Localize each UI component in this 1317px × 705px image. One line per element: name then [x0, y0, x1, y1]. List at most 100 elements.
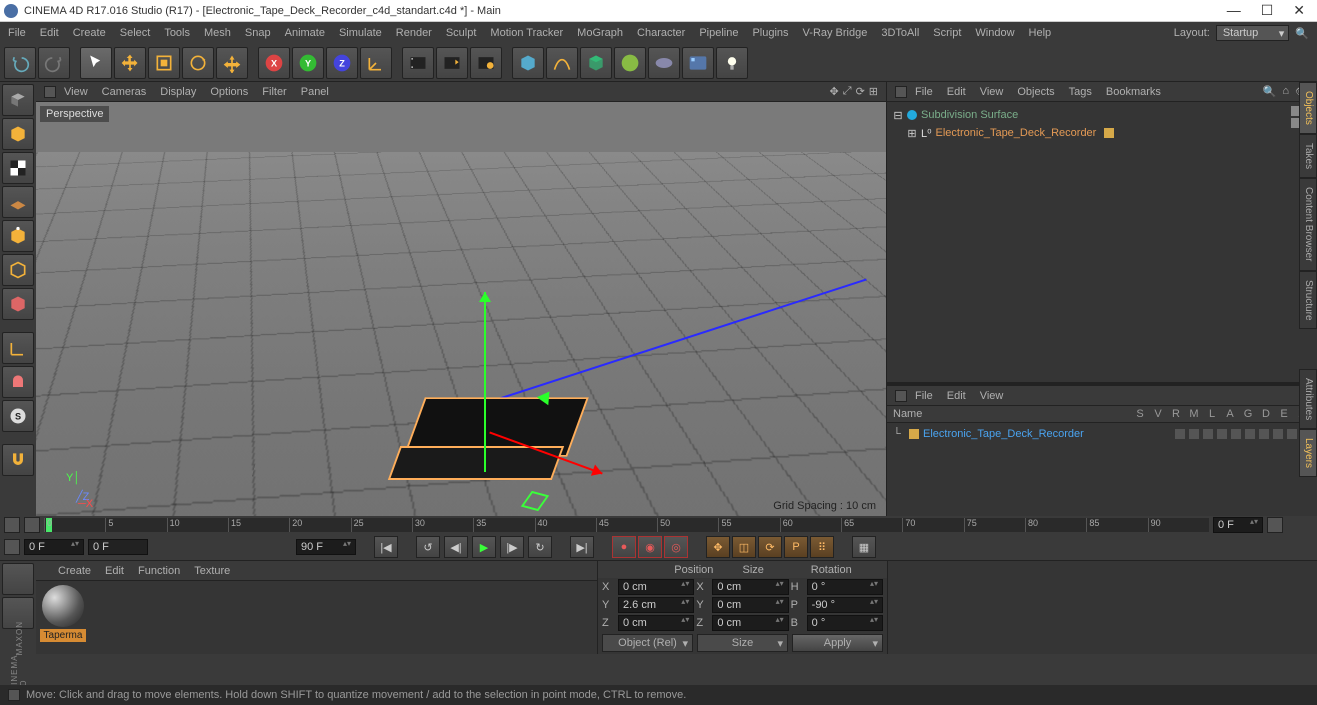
- size-mode-select[interactable]: Size: [697, 634, 788, 652]
- material-preview-icon[interactable]: [42, 585, 84, 627]
- om-menu-objects[interactable]: Objects: [1017, 86, 1054, 98]
- flag-icon[interactable]: [1175, 429, 1185, 439]
- range-end-field[interactable]: 0 F▴▾: [1213, 517, 1263, 533]
- tree-item-recorder[interactable]: ⊞ L⁰ Electronic_Tape_Deck_Recorder: [893, 124, 1311, 142]
- autokey-button[interactable]: ◉: [638, 536, 662, 558]
- om-menu-edit[interactable]: Edit: [947, 86, 966, 98]
- play-button[interactable]: ▶: [472, 536, 496, 558]
- menu-script[interactable]: Script: [933, 27, 961, 39]
- size-y-field[interactable]: 0 cm▴▾: [712, 597, 788, 613]
- points-mode-button[interactable]: [2, 220, 34, 252]
- make-editable-button[interactable]: [2, 84, 34, 116]
- pos-x-field[interactable]: 0 cm▴▾: [618, 579, 694, 595]
- texture-mode-button[interactable]: [2, 152, 34, 184]
- generator-button[interactable]: [580, 47, 612, 79]
- polygons-mode-button[interactable]: [2, 288, 34, 320]
- environment-button[interactable]: [648, 47, 680, 79]
- timeline-settings-icon[interactable]: [1267, 517, 1283, 533]
- deformer-button[interactable]: [614, 47, 646, 79]
- layer-color-icon[interactable]: [909, 429, 919, 439]
- menu-snap[interactable]: Snap: [245, 27, 271, 39]
- keyframe-sel-button[interactable]: ◎: [664, 536, 688, 558]
- menu-motiontracker[interactable]: Motion Tracker: [490, 27, 563, 39]
- om-search-icon[interactable]: 🔍: [1263, 85, 1277, 98]
- record-button[interactable]: ●: [612, 536, 636, 558]
- flag-icon[interactable]: [1259, 429, 1269, 439]
- edges-mode-button[interactable]: [2, 254, 34, 286]
- next-frame-button[interactable]: |▶: [500, 536, 524, 558]
- maximize-button[interactable]: ☐: [1261, 2, 1274, 19]
- coord-mode-select[interactable]: Object (Rel): [602, 634, 693, 652]
- menu-file[interactable]: File: [8, 27, 26, 39]
- key-pos-button[interactable]: ✥: [706, 536, 730, 558]
- menu-help[interactable]: Help: [1029, 27, 1052, 39]
- next-key-button[interactable]: ↻: [528, 536, 552, 558]
- mat-menu-function[interactable]: Function: [138, 565, 180, 577]
- goto-end-button[interactable]: ▶|: [570, 536, 594, 558]
- tab-objects[interactable]: Objects: [1299, 82, 1317, 134]
- vp-rotate-icon[interactable]: ⟳: [856, 85, 865, 98]
- timeline-icon[interactable]: [4, 539, 20, 555]
- vp-menu-filter[interactable]: Filter: [262, 86, 286, 98]
- grip-icon[interactable]: [895, 86, 907, 98]
- lastused-tool[interactable]: [216, 47, 248, 79]
- axis-button[interactable]: [2, 332, 34, 364]
- menu-select[interactable]: Select: [120, 27, 151, 39]
- flag-icon[interactable]: [1273, 429, 1283, 439]
- tab-takes[interactable]: Takes: [1299, 134, 1317, 178]
- om-menu-view[interactable]: View: [980, 86, 1004, 98]
- flag-icon[interactable]: [1189, 429, 1199, 439]
- tab-attributes[interactable]: Attributes: [1299, 369, 1317, 429]
- redo-button[interactable]: [38, 47, 70, 79]
- menu-sculpt[interactable]: Sculpt: [446, 27, 477, 39]
- om-menu-file[interactable]: File: [915, 86, 933, 98]
- menu-tools[interactable]: Tools: [164, 27, 190, 39]
- attribute-manager-body[interactable]: [887, 561, 1317, 654]
- menu-plugins[interactable]: Plugins: [752, 27, 788, 39]
- search-icon[interactable]: 🔍: [1295, 27, 1309, 40]
- pos-y-field[interactable]: 2.6 cm▴▾: [618, 597, 694, 613]
- coord-system-button[interactable]: [360, 47, 392, 79]
- mat-menu-edit[interactable]: Edit: [105, 565, 124, 577]
- menu-vray[interactable]: V-Ray Bridge: [803, 27, 868, 39]
- menu-window[interactable]: Window: [975, 27, 1014, 39]
- menu-pipeline[interactable]: Pipeline: [699, 27, 738, 39]
- menu-simulate[interactable]: Simulate: [339, 27, 382, 39]
- tab-layers[interactable]: Layers: [1299, 429, 1317, 477]
- expand-icon[interactable]: ⊟: [893, 109, 903, 122]
- layer-row[interactable]: └ Electronic_Tape_Deck_Recorder: [893, 425, 1311, 443]
- om-menu-bookmarks[interactable]: Bookmarks: [1106, 86, 1161, 98]
- rot-p-field[interactable]: -90 °▴▾: [807, 597, 883, 613]
- menu-edit[interactable]: Edit: [40, 27, 59, 39]
- flag-icon[interactable]: [1203, 429, 1213, 439]
- material-item[interactable]: Taperma: [40, 585, 86, 642]
- mat-menu-texture[interactable]: Texture: [194, 565, 230, 577]
- vp-menu-view[interactable]: View: [64, 86, 88, 98]
- key-param-button[interactable]: P: [784, 536, 808, 558]
- om-menu-tags[interactable]: Tags: [1069, 86, 1092, 98]
- close-button[interactable]: ✕: [1293, 2, 1305, 19]
- menu-3dtoall[interactable]: 3DToAll: [881, 27, 919, 39]
- menu-animate[interactable]: Animate: [285, 27, 325, 39]
- expand-icon[interactable]: ⊞: [907, 127, 917, 140]
- grip-icon[interactable]: [44, 86, 56, 98]
- layer-list[interactable]: └ Electronic_Tape_Deck_Recorder: [887, 423, 1317, 516]
- vp-menu-options[interactable]: Options: [210, 86, 248, 98]
- workplane-button[interactable]: [2, 186, 34, 218]
- render-view-button[interactable]: [402, 47, 434, 79]
- menu-create[interactable]: Create: [73, 27, 106, 39]
- object-tree[interactable]: ⊟ Subdivision Surface ⊞ L⁰ Electronic_Ta…: [887, 102, 1317, 382]
- viewport-solo-button[interactable]: [2, 366, 34, 398]
- render-picture-button[interactable]: [436, 47, 468, 79]
- tag-icon[interactable]: [1104, 128, 1114, 138]
- move-tool[interactable]: [114, 47, 146, 79]
- apply-button[interactable]: Apply: [792, 634, 883, 652]
- size-z-field[interactable]: 0 cm▴▾: [712, 615, 788, 631]
- camera-button[interactable]: [682, 47, 714, 79]
- flag-icon[interactable]: [1231, 429, 1241, 439]
- layout-select[interactable]: Startup: [1216, 25, 1289, 41]
- pos-z-field[interactable]: 0 cm▴▾: [618, 615, 694, 631]
- minimize-button[interactable]: —: [1227, 2, 1241, 19]
- timeline-options-icon[interactable]: [4, 517, 20, 533]
- tab-content-browser[interactable]: Content Browser: [1299, 178, 1317, 270]
